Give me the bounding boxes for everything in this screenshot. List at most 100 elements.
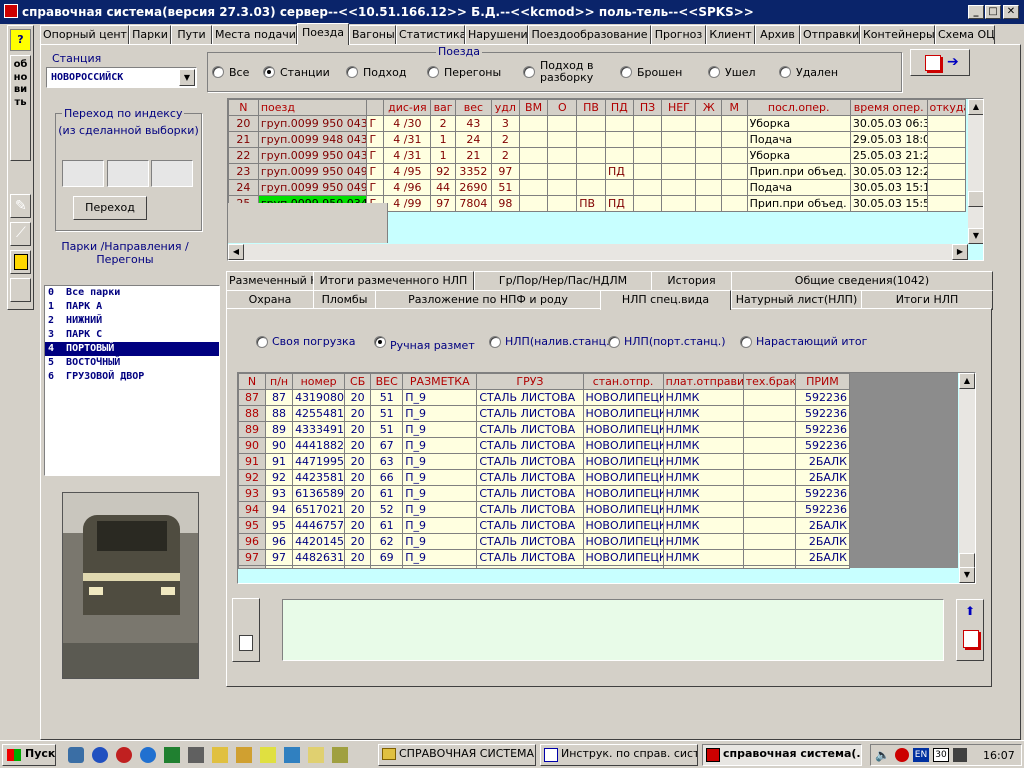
- trains-col-header[interactable]: ВМ: [518, 99, 549, 116]
- pencil-icon[interactable]: [260, 747, 276, 763]
- detail-tab[interactable]: Охрана: [226, 290, 314, 310]
- park-item[interactable]: 3 ПАРК С: [45, 328, 219, 342]
- trains-col-header[interactable]: О: [547, 99, 578, 116]
- wagons-scroll-up[interactable]: ▲: [959, 373, 975, 389]
- taskbar-button-word[interactable]: Инструк. по справ. сист...: [540, 744, 698, 766]
- tab-5[interactable]: Поезда: [297, 23, 349, 45]
- detail-tab[interactable]: Итоги НЛП: [861, 290, 993, 310]
- trains-col-header[interactable]: дис-ия: [383, 99, 432, 116]
- wagon-row[interactable]: 9292442358102066П_9СТАЛЬ ЛИСТОВАНОВОЛИПЕ…: [238, 469, 851, 486]
- print-button[interactable]: ➔: [910, 49, 970, 76]
- calc-icon[interactable]: [188, 747, 204, 763]
- train-filter-radio-8[interactable]: [779, 66, 791, 78]
- tab-10[interactable]: Прогноз: [651, 25, 706, 45]
- ie-icon[interactable]: [140, 747, 156, 763]
- detail-tab[interactable]: Пломбы: [313, 290, 376, 310]
- trains-scroll-right[interactable]: ▶: [952, 244, 968, 260]
- tab-13[interactable]: Отправки: [800, 25, 860, 45]
- nlp-option-radio-2[interactable]: [374, 336, 386, 348]
- wagon-row[interactable]: 8888425548162051П_9СТАЛЬ ЛИСТОВАНОВОЛИПЕ…: [238, 405, 851, 422]
- detail-tab[interactable]: Натурный лист(НЛП): [731, 290, 862, 310]
- tab-12[interactable]: Архив: [755, 25, 800, 45]
- tab-15[interactable]: Схема ОЦ: [935, 25, 995, 45]
- wagon-row[interactable]: 8787431908002051П_9СТАЛЬ ЛИСТОВАНОВОЛИПЕ…: [238, 389, 851, 406]
- park-item[interactable]: 6 ГРУЗОВОЙ ДВОР: [45, 370, 219, 384]
- trains-col-header[interactable]: [366, 99, 385, 116]
- jump-button[interactable]: Переход: [73, 196, 147, 220]
- nlp-option-radio-3[interactable]: [489, 336, 501, 348]
- language-indicator[interactable]: EN: [913, 748, 929, 762]
- index-field-2[interactable]: [107, 160, 149, 187]
- station-select[interactable]: НОВОРОССИЙСК ▼: [46, 67, 197, 88]
- park-item[interactable]: 4 ПОРТОВЫЙ: [45, 342, 219, 356]
- train-filter-radio-7[interactable]: [708, 66, 720, 78]
- tab-8[interactable]: Нарушения: [465, 25, 528, 45]
- wagon-row[interactable]: 9191447199532063П_9СТАЛЬ ЛИСТОВАНОВОЛИПЕ…: [238, 453, 851, 470]
- trains-col-header[interactable]: Ж: [695, 99, 723, 116]
- trains-col-header[interactable]: ваг: [430, 99, 456, 116]
- help-button[interactable]: ?: [10, 29, 31, 51]
- folder-icon[interactable]: [236, 747, 252, 763]
- detail-tab[interactable]: Размеченный НЛП: [226, 271, 314, 291]
- train-row[interactable]: 20 груп.0099 950 0430 Г 4 /30 2 43 3 Уборка 30.0…: [228, 115, 967, 132]
- taskbar-button-active[interactable]: справочная система(...: [702, 744, 862, 766]
- msn-icon[interactable]: [92, 747, 108, 763]
- train-row[interactable]: 22 груп.0099 950 0431 Г 4 /31 1 21 2 Уборка 25.0…: [228, 147, 967, 164]
- trains-scroll-left[interactable]: ◀: [228, 244, 244, 260]
- train-filter-radio-3[interactable]: [346, 66, 358, 78]
- wagon-row[interactable]: 9696442014572062П_9СТАЛЬ ЛИСТОВАНОВОЛИПЕ…: [238, 533, 851, 550]
- trains-col-header[interactable]: поезд: [257, 99, 368, 116]
- wagons-col-header[interactable]: СБ: [344, 373, 372, 390]
- nlp-option-radio-1[interactable]: [256, 336, 268, 348]
- volume-icon[interactable]: 🔈: [875, 748, 890, 762]
- train-filter-radio-1[interactable]: [212, 66, 224, 78]
- wagons-col-header[interactable]: номер: [292, 373, 346, 390]
- detail-tab[interactable]: Гр/Пор/Нер/Пас/НДЛМ: [474, 271, 652, 291]
- pen-tool-button[interactable]: ✎: [10, 194, 31, 218]
- tab-9[interactable]: Поездообразование: [528, 25, 651, 45]
- wagon-row[interactable]: 9797448263112069П_9СТАЛЬ ЛИСТОВАНОВОЛИПЕ…: [238, 549, 851, 566]
- tab-7[interactable]: Статистика: [396, 25, 465, 45]
- trains-col-header[interactable]: N: [228, 99, 259, 116]
- park-item[interactable]: 0 Все парки: [45, 286, 219, 300]
- print-notes-button[interactable]: ⬆: [956, 599, 984, 661]
- explorer-icon[interactable]: [284, 747, 300, 763]
- park-item[interactable]: 1 ПАРК А: [45, 300, 219, 314]
- trains-col-header[interactable]: ПЗ: [632, 99, 663, 116]
- notes-textarea[interactable]: [282, 599, 944, 661]
- tab-2[interactable]: Парки: [129, 25, 171, 45]
- tab-6[interactable]: Вагоны: [349, 25, 396, 45]
- detail-tab[interactable]: Общие сведения(1042): [731, 271, 993, 291]
- wagons-col-header[interactable]: тех.брак: [742, 373, 796, 390]
- wagons-col-header[interactable]: плат.отправит.: [662, 373, 744, 390]
- wagon-row[interactable]: 9595444675792061П_9СТАЛЬ ЛИСТОВАНОВОЛИПЕ…: [238, 517, 851, 534]
- mail-icon[interactable]: [308, 747, 324, 763]
- trains-col-header[interactable]: посл.опер.: [746, 99, 851, 116]
- maximize-button[interactable]: □: [985, 5, 1001, 19]
- desktop-icon[interactable]: [68, 747, 84, 763]
- train-filter-radio-2[interactable]: [263, 66, 275, 78]
- train-row[interactable]: 24 груп.0099 950 0496 Г 4 /96 44 2690 51 Подача…: [228, 179, 967, 196]
- trains-scroll-thumb[interactable]: [968, 191, 983, 207]
- wagons-col-header[interactable]: п/н: [265, 373, 294, 390]
- close-button[interactable]: ✕: [1003, 5, 1019, 19]
- index-field-1[interactable]: [62, 160, 104, 187]
- minimize-button[interactable]: _: [968, 5, 984, 19]
- wagon-row[interactable]: 9494651702192052П_9СТАЛЬ ЛИСТОВАНОВОЛИПЕ…: [238, 501, 851, 518]
- train-row[interactable]: 23 груп.0099 950 0495 Г 4 /95 92 3352 97 ПД Прип…: [228, 163, 967, 180]
- trains-scroll-up[interactable]: ▲: [968, 99, 983, 115]
- train-filter-radio-6[interactable]: [620, 66, 632, 78]
- trains-col-header[interactable]: ПВ: [576, 99, 606, 116]
- nlp-option-radio-4[interactable]: [608, 336, 620, 348]
- train-filter-radio-4[interactable]: [427, 66, 439, 78]
- wagon-row[interactable]: 9393613658962061П_9СТАЛЬ ЛИСТОВАНОВОЛИПЕ…: [238, 485, 851, 502]
- trains-col-header[interactable]: М: [721, 99, 748, 116]
- tab-1[interactable]: Опорный центр: [40, 25, 129, 45]
- notes-icon[interactable]: [212, 747, 228, 763]
- detail-tab[interactable]: Итоги размеченного НЛП: [313, 271, 474, 291]
- index-field-3[interactable]: [151, 160, 193, 187]
- wagons-col-header[interactable]: ГРУЗ: [476, 373, 584, 390]
- image-icon[interactable]: [332, 747, 348, 763]
- detail-tab[interactable]: Разложение по НПФ и роду: [375, 290, 601, 310]
- taskbar-button-folder[interactable]: СПРАВОЧНАЯ СИСТЕМА: [378, 744, 536, 766]
